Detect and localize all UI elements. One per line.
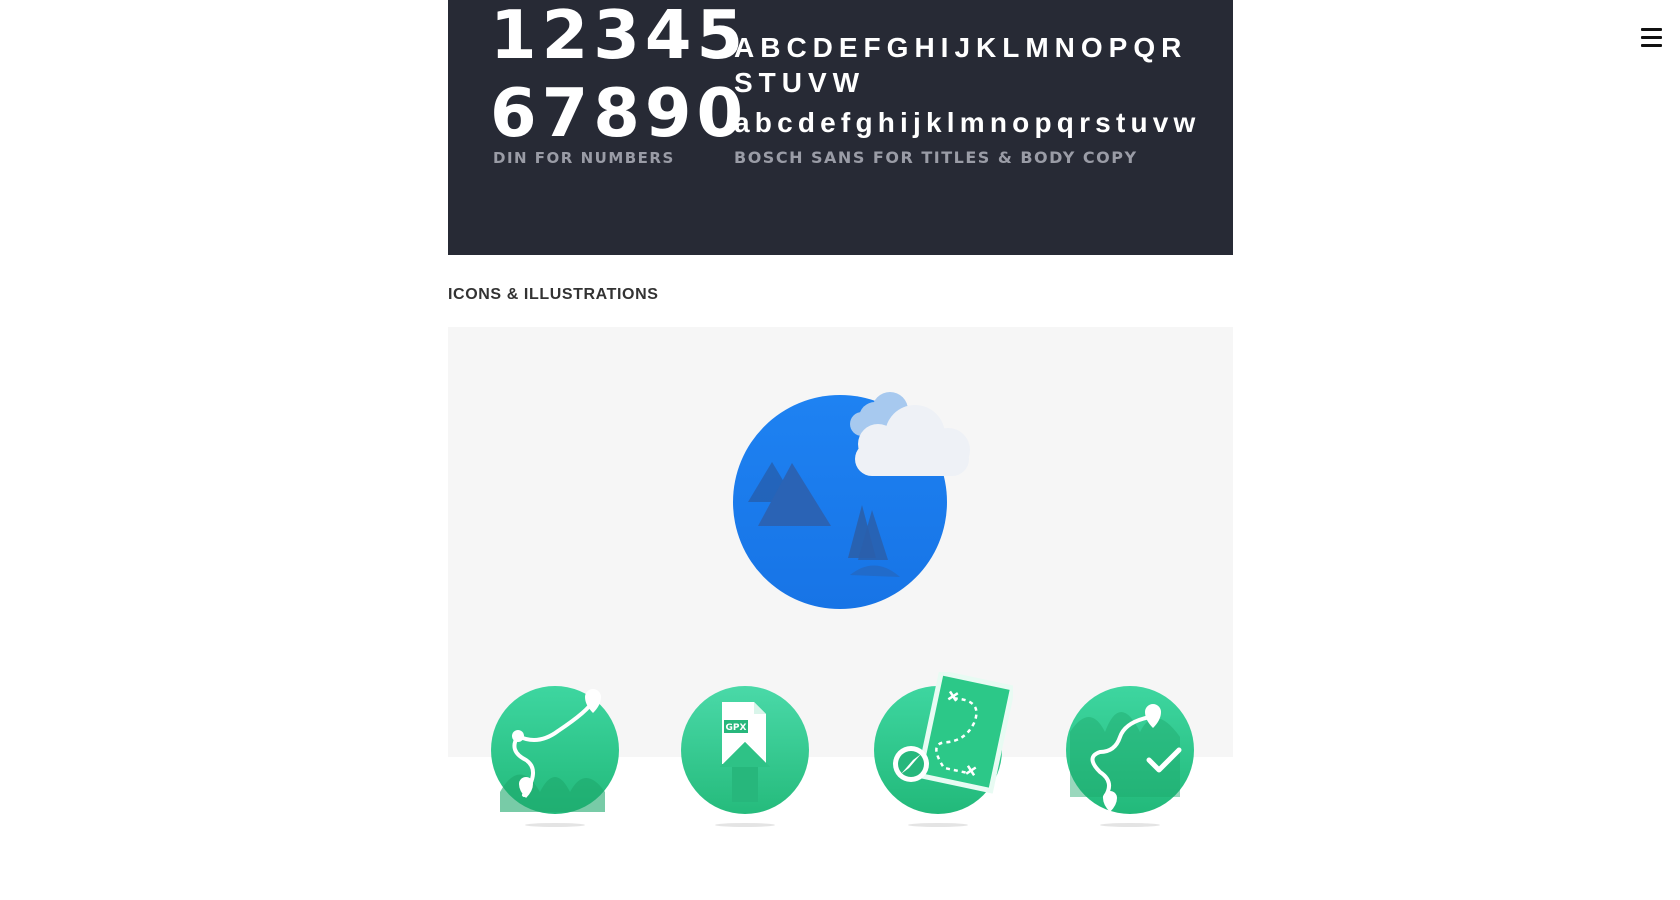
- uppercase-alphabet: ABCDEFGHIJKLMNOPQR STUVW: [734, 32, 1188, 98]
- route-checkpoint-icon: [1066, 686, 1194, 827]
- gpx-label: GPX: [726, 723, 747, 733]
- din-numbers-line-2: 67890: [490, 74, 749, 152]
- typography-panel: 12345 67890 DIN FOR NUMBERS ABCDEFGHIJKL…: [448, 0, 1233, 255]
- route-map-icon: [491, 686, 619, 827]
- lowercase-alphabet: abcdefghijklmnopqrstuvw: [734, 107, 1201, 138]
- section-title-icons: ICONS & ILLUSTRATIONS: [448, 286, 659, 303]
- gpx-file-upload-icon: GPX: [681, 686, 809, 827]
- landscape-illustration-icon: [733, 392, 970, 609]
- din-numbers-line-1: 12345: [490, 0, 749, 74]
- treasure-map-compass-icon: [874, 672, 1013, 827]
- numbers-caption: DIN FOR NUMBERS: [493, 149, 675, 167]
- font-caption: BOSCH SANS FOR TITLES & BODY COPY: [734, 148, 1138, 167]
- hamburger-menu-icon[interactable]: [1637, 23, 1667, 53]
